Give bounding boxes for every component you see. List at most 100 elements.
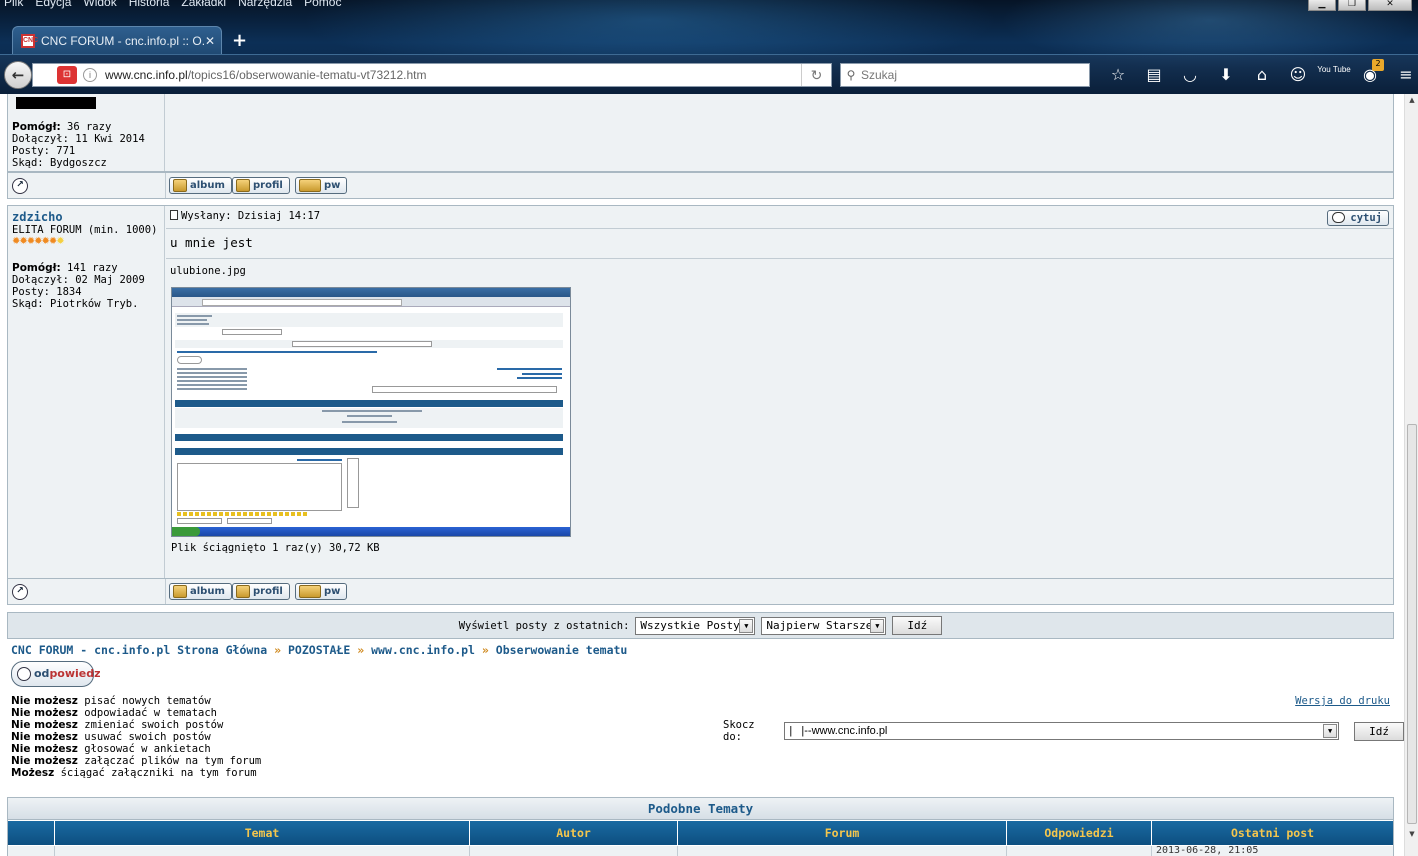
similar-topics-header: Temat Autor Forum Odpowiedzi Ostatni pos… bbox=[8, 821, 1393, 845]
scroll-down-icon[interactable]: ▼ bbox=[1407, 830, 1417, 840]
search-placeholder: Szukaj bbox=[861, 68, 898, 82]
table-row[interactable]: 2013-06-28, 21:05 bbox=[8, 846, 1393, 856]
rank-stars-icon: ✹✹✹✹✹✹✹ bbox=[12, 236, 65, 247]
profile-icon bbox=[236, 179, 250, 192]
breadcrumb-forum[interactable]: www.cnc.info.pl bbox=[371, 643, 475, 657]
post-author[interactable]: zdzicho bbox=[12, 210, 160, 224]
post-2: zdzicho ELITA FORUM (min. 1000) ✹✹✹✹✹✹✹ … bbox=[7, 205, 1394, 579]
breadcrumb-category[interactable]: POZOSTAŁE bbox=[288, 643, 350, 657]
filter-label: Wyświetl posty z ostatnich: bbox=[458, 619, 630, 632]
pw-button[interactable]: pw bbox=[295, 583, 348, 600]
menu-zakladki[interactable]: Zakładki bbox=[177, 0, 234, 11]
pw-button[interactable]: pw bbox=[295, 177, 348, 194]
album-button[interactable]: album bbox=[169, 177, 232, 194]
post-filter-bar: Wyświetl posty z ostatnich: Wszystkie Po… bbox=[7, 612, 1394, 639]
quote-icon bbox=[1332, 212, 1346, 223]
permission-line: Nie możesz głosować w ankietach bbox=[11, 743, 211, 755]
post-1-body bbox=[166, 94, 1393, 171]
last-post-date: 2013-06-28, 21:05 bbox=[1156, 845, 1259, 856]
browser-chrome: Plik Edycja Widok Historia Zakładki Narz… bbox=[0, 0, 1418, 94]
col-forum: Forum bbox=[678, 821, 1007, 845]
private-message-icon bbox=[299, 179, 321, 192]
back-button[interactable]: ← bbox=[4, 61, 32, 89]
window-controls: ▁ ❐ ✕ bbox=[1308, 0, 1412, 11]
search-input[interactable]: ⚲ Szukaj bbox=[840, 63, 1090, 87]
reading-list-icon[interactable]: ▤ bbox=[1136, 63, 1172, 87]
readlater-icon[interactable]: ⊡ bbox=[57, 66, 77, 84]
reload-icon[interactable]: ↻ bbox=[801, 64, 831, 86]
go-to-top-icon[interactable]: ↗ bbox=[12, 584, 28, 600]
breadcrumb-home[interactable]: CNC FORUM - cnc.info.pl Strona Główna bbox=[11, 643, 267, 657]
menu-narzedzia[interactable]: Narzędzia bbox=[234, 0, 300, 11]
page-viewport: Pomógł: 36 razy Dołączył: 11 Kwi 2014 Po… bbox=[0, 94, 1404, 856]
maximize-button[interactable]: ❐ bbox=[1338, 0, 1366, 11]
menu-historia[interactable]: Historia bbox=[125, 0, 178, 11]
cnc-favicon-icon: CNC bbox=[21, 33, 38, 48]
post-message: u mnie jest bbox=[170, 235, 253, 250]
avatar bbox=[16, 97, 96, 109]
profil-button[interactable]: profil bbox=[232, 177, 290, 194]
menu-pomoc[interactable]: Pomoc bbox=[300, 0, 349, 11]
home-icon[interactable]: ⌂ bbox=[1244, 63, 1280, 87]
post-2-author-info: zdzicho ELITA FORUM (min. 1000) ✹✹✹✹✹✹✹ … bbox=[8, 206, 165, 578]
jump-to-forum: Skocz do: | |--www.cnc.info.pl ▼ Idź bbox=[723, 719, 1404, 743]
bookmark-star-icon[interactable]: ☆ bbox=[1100, 63, 1136, 87]
minimize-button[interactable]: ▁ bbox=[1308, 0, 1336, 11]
album-icon bbox=[173, 179, 187, 192]
chevron-down-icon: ▼ bbox=[739, 618, 754, 633]
col-temat: Temat bbox=[55, 821, 470, 845]
search-icon: ⚲ bbox=[846, 68, 856, 82]
menu-edycja[interactable]: Edycja bbox=[31, 0, 79, 11]
reply-icon bbox=[17, 667, 31, 681]
addon-icon[interactable]: ◉ 2 bbox=[1352, 59, 1388, 87]
download-info: Plik ściągnięto 1 raz(y) 30,72 KB bbox=[171, 542, 380, 554]
permission-line: Nie możesz zmieniać swoich postów bbox=[11, 719, 224, 731]
album-icon bbox=[173, 585, 187, 598]
quote-button[interactable]: cytuj bbox=[1327, 210, 1389, 226]
scroll-thumb[interactable] bbox=[1407, 424, 1417, 824]
permission-line: Nie możesz załączać plików na tym forum bbox=[11, 755, 262, 767]
smiley-icon[interactable]: ☺ bbox=[1280, 63, 1316, 87]
jump-label: Skocz do: bbox=[723, 719, 755, 743]
attachment-image[interactable] bbox=[171, 287, 571, 537]
col-autor: Autor bbox=[470, 821, 678, 845]
jump-go-button[interactable]: Idź bbox=[1354, 721, 1404, 741]
jump-select[interactable]: | |--www.cnc.info.pl ▼ bbox=[784, 722, 1340, 740]
page-scrollbar[interactable]: ▲ ▼ bbox=[1404, 94, 1418, 856]
url-bar[interactable]: ⊡ i www.cnc.info.pl/topics16/obserwowani… bbox=[32, 63, 832, 87]
profile-icon bbox=[236, 585, 250, 598]
menu-widok[interactable]: Widok bbox=[79, 0, 124, 11]
filter-go-button[interactable]: Idź bbox=[892, 616, 943, 635]
order-select[interactable]: Najpierw Starsze ▼ bbox=[761, 616, 887, 635]
addon-badge: 2 bbox=[1372, 59, 1384, 71]
breadcrumb-topic[interactable]: Obserwowanie tematu bbox=[496, 643, 628, 657]
profil-button[interactable]: profil bbox=[232, 583, 290, 600]
url-path: /topics16/obserwowanie-tematu-vt73212.ht… bbox=[187, 68, 427, 82]
post-1-buttons: ↗ album profil pw bbox=[7, 172, 1394, 199]
period-select[interactable]: Wszystkie Posty ▼ bbox=[635, 616, 756, 635]
private-message-icon bbox=[299, 585, 321, 598]
new-tab-button[interactable]: + bbox=[232, 30, 247, 51]
post-1: Pomógł: 36 razy Dołączył: 11 Kwi 2014 Po… bbox=[7, 94, 1394, 172]
permission-line: Możesz ściągać załączniki na tym forum bbox=[11, 767, 257, 779]
hamburger-menu-icon[interactable]: ≡ bbox=[1388, 63, 1418, 87]
tab-title: CNC FORUM - cnc.info.pl :: O... bbox=[41, 33, 205, 48]
album-button[interactable]: album bbox=[169, 583, 232, 600]
url-host: www.cnc.info.pl bbox=[105, 68, 188, 82]
pocket-icon[interactable]: ◡ bbox=[1172, 63, 1208, 87]
close-window-button[interactable]: ✕ bbox=[1368, 0, 1412, 11]
tab-close-icon[interactable]: ✕ bbox=[205, 34, 221, 48]
scroll-up-icon[interactable]: ▲ bbox=[1407, 96, 1417, 106]
download-icon[interactable]: ⬇ bbox=[1208, 63, 1244, 87]
site-info-icon[interactable]: i bbox=[83, 68, 97, 82]
menu-plik[interactable]: Plik bbox=[0, 0, 31, 11]
post-2-buttons: ↗ album profil pw bbox=[7, 578, 1394, 605]
go-to-top-icon[interactable]: ↗ bbox=[12, 178, 28, 194]
browser-tab[interactable]: CNC CNC FORUM - cnc.info.pl :: O... ✕ bbox=[12, 26, 222, 54]
chevron-down-icon: ▼ bbox=[870, 618, 885, 633]
print-version-link[interactable]: Wersja do druku bbox=[1295, 695, 1390, 707]
reply-button[interactable]: odpowiedz bbox=[11, 661, 101, 687]
youtube-icon[interactable]: You Tube bbox=[1316, 63, 1352, 87]
attachment-name: ulubione.jpg bbox=[170, 265, 246, 277]
user-rank: ELITA FORUM (min. 1000) bbox=[12, 224, 158, 236]
